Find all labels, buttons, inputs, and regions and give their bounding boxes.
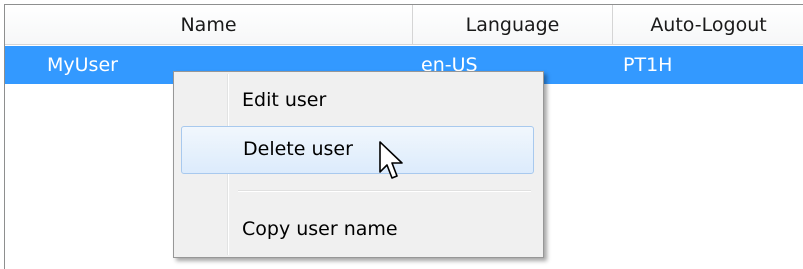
cell-auto-logout: PT1H	[623, 54, 673, 76]
column-header-auto-logout[interactable]: Auto-Logout	[613, 5, 803, 45]
menu-item-copy-user-name[interactable]: Copy user name	[177, 207, 540, 251]
menu-item-edit-user[interactable]: Edit user	[177, 78, 540, 122]
context-menu: Edit user Delete user Copy user name	[173, 71, 544, 258]
cell-name: MyUser	[47, 54, 118, 76]
menu-item-label: Delete user	[243, 138, 353, 160]
mouse-pointer-icon	[379, 141, 403, 179]
menu-item-delete-user[interactable]: Delete user	[181, 126, 534, 174]
column-header-name[interactable]: Name	[5, 5, 413, 45]
menu-separator	[238, 190, 531, 192]
menu-item-label: Copy user name	[242, 218, 398, 240]
table-header: Name Language Auto-Logout	[5, 5, 803, 45]
menu-item-label: Edit user	[242, 89, 327, 111]
column-header-language[interactable]: Language	[413, 5, 613, 45]
window-canvas: Name Language Auto-Logout MyUser en-US P…	[0, 0, 803, 269]
